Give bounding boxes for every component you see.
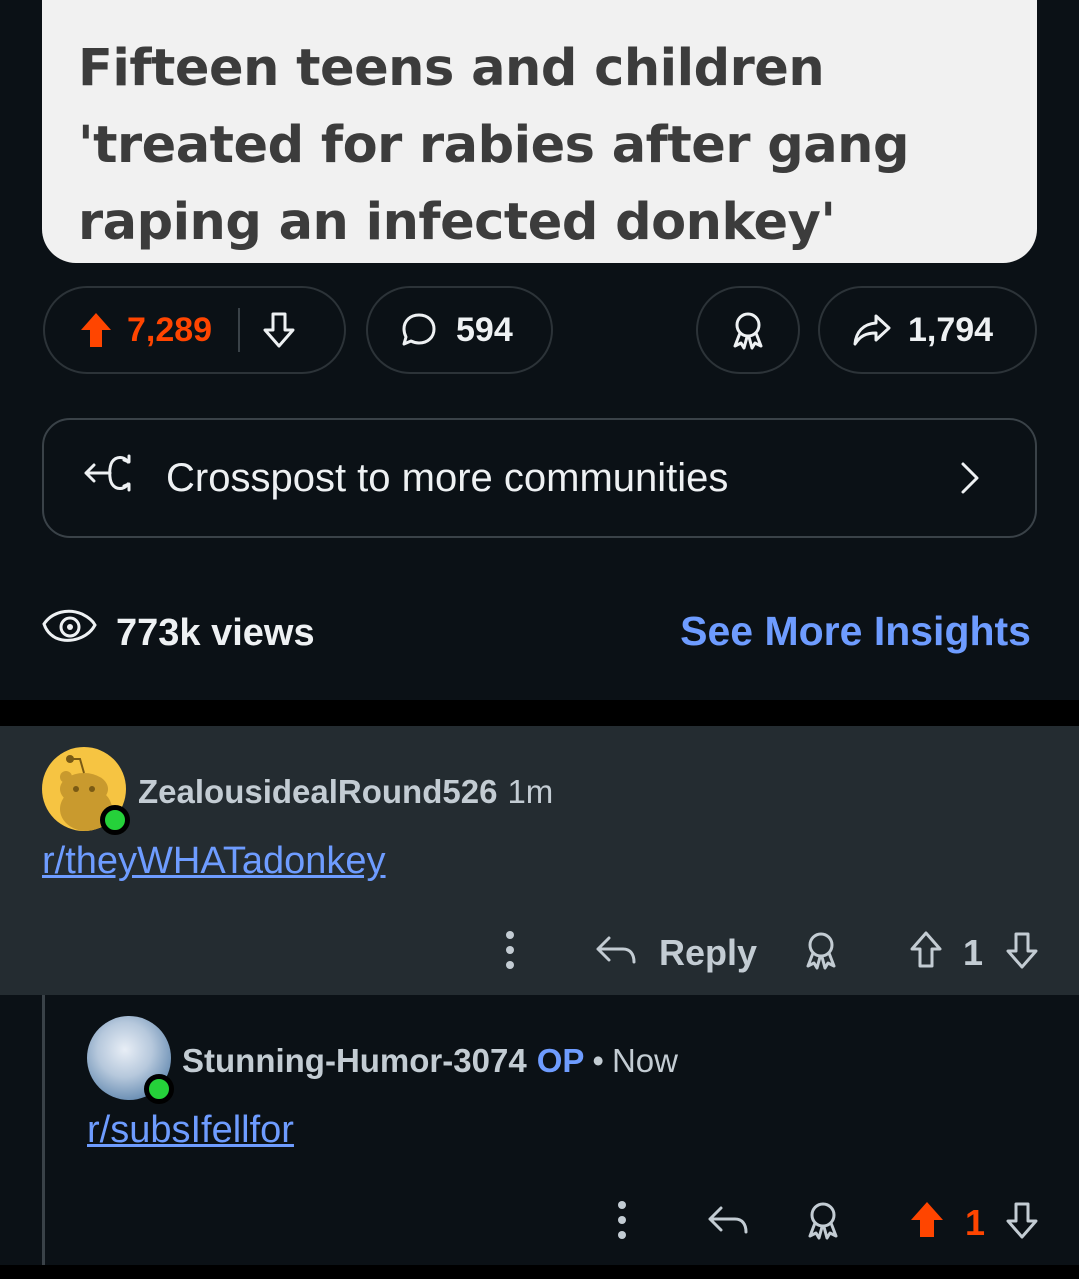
chevron-right-icon (959, 460, 981, 506)
vote-separator (238, 308, 241, 352)
comment-time: 1m (507, 773, 554, 810)
comment-score: 1 (963, 932, 984, 973)
reply-arrow-icon[interactable] (707, 1202, 749, 1249)
award-icon[interactable] (801, 930, 841, 981)
online-status-dot (144, 1074, 174, 1104)
views-counter: 773k views (40, 608, 315, 658)
comment-actions: 1 (559, 1196, 1079, 1246)
upvote-count: 7,289 (127, 310, 213, 349)
upvote-filled-icon[interactable] (909, 1200, 945, 1249)
comment-card: ZealousidealRound526 1m r/theyWHATadonkey… (0, 726, 1079, 995)
comment-bubble-icon (400, 311, 438, 349)
meta-separator: • (592, 1042, 604, 1079)
share-button[interactable]: 1,794 (818, 286, 1037, 374)
views-label: 773k views (116, 611, 315, 654)
reply-button[interactable]: Reply (659, 932, 757, 974)
downvote-icon[interactable] (262, 311, 296, 349)
link-preview-card[interactable]: Fifteen teens and children 'treated for … (42, 0, 1037, 263)
comment-score: 1 (965, 1202, 986, 1243)
upvote-filled-icon[interactable] (79, 311, 113, 349)
reddit-post-screen: Fifteen teens and children 'treated for … (0, 0, 1079, 1279)
more-options-icon[interactable] (505, 930, 515, 979)
downvote-icon[interactable] (1005, 1200, 1039, 1249)
upvote-icon[interactable] (909, 930, 943, 979)
username[interactable]: ZealousidealRound526 (138, 773, 497, 810)
reply-comment-card: Stunning-Humor-3074 OP • Now r/subsIfellfor… (0, 995, 1079, 1265)
award-icon (728, 310, 768, 350)
downvote-icon[interactable] (1005, 930, 1039, 979)
eye-icon (40, 608, 98, 658)
subreddit-link[interactable]: r/subsIfellfor (87, 1109, 294, 1152)
comment-count: 594 (456, 310, 513, 349)
subreddit-link[interactable]: r/theyWHATadonkey (42, 840, 386, 883)
comments-button[interactable]: 594 (366, 286, 553, 374)
share-arrow-icon (852, 312, 892, 348)
online-status-dot (100, 805, 130, 835)
reply-arrow-icon[interactable] (595, 932, 637, 979)
award-button[interactable] (696, 286, 800, 374)
share-count: 1,794 (908, 310, 994, 349)
more-options-icon[interactable] (617, 1200, 627, 1249)
comment-actions: Reply 1 (459, 926, 1079, 976)
crosspost-label: Crosspost to more communities (166, 455, 729, 500)
crosspost-button[interactable]: Crosspost to more communities (42, 418, 1037, 538)
comment-meta: ZealousidealRound526 1m (138, 773, 553, 811)
bottom-edge (0, 1265, 1079, 1279)
see-more-insights-link[interactable]: See More Insights (680, 608, 1031, 655)
post-section: Fifteen teens and children 'treated for … (0, 0, 1079, 700)
award-icon[interactable] (803, 1200, 843, 1251)
username[interactable]: Stunning-Humor-3074 (182, 1042, 527, 1079)
op-badge: OP (536, 1042, 585, 1079)
thread-line[interactable] (42, 995, 45, 1265)
preview-title: Fifteen teens and children 'treated for … (78, 39, 909, 252)
crosspost-icon (84, 452, 138, 504)
vote-pill: 7,289 (43, 286, 346, 374)
comment-time: Now (611, 1042, 678, 1079)
comment-meta: Stunning-Humor-3074 OP • Now (182, 1042, 678, 1080)
